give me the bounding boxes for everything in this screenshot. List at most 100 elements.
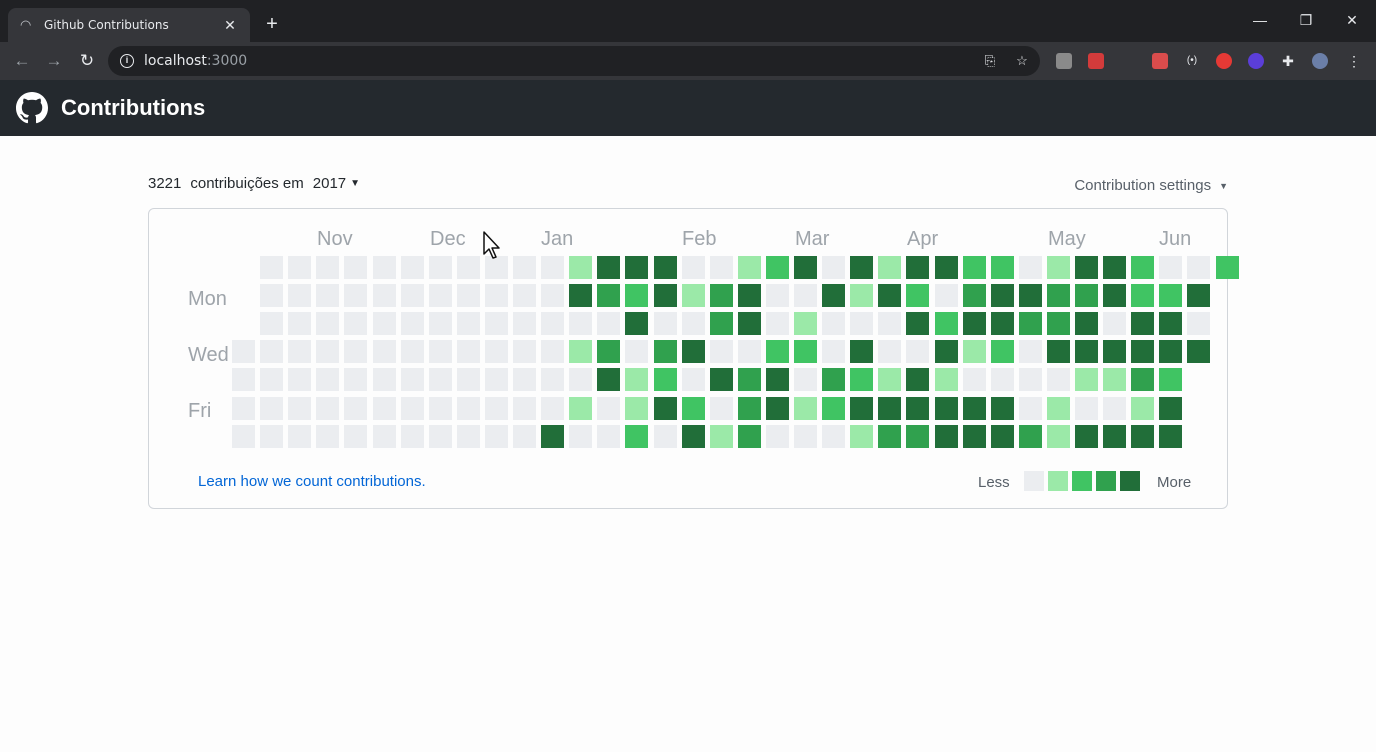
contribution-day-cell[interactable]	[569, 256, 592, 279]
contribution-day-cell[interactable]	[1075, 340, 1098, 363]
contribution-day-cell[interactable]	[597, 425, 620, 448]
contribution-day-cell[interactable]	[541, 425, 564, 448]
contribution-day-cell[interactable]	[906, 425, 929, 448]
contribution-day-cell[interactable]	[373, 284, 396, 307]
contribution-day-cell[interactable]	[991, 425, 1014, 448]
contribution-day-cell[interactable]	[485, 368, 508, 391]
contribution-settings-dropdown[interactable]: Contribution settings ▼	[1074, 177, 1228, 194]
contribution-day-cell[interactable]	[738, 340, 761, 363]
contribution-day-cell[interactable]	[344, 425, 367, 448]
contribution-day-cell[interactable]	[654, 256, 677, 279]
address-bar[interactable]: i localhost:3000 ⎘ ☆	[108, 46, 1040, 76]
contribution-day-cell[interactable]	[1159, 312, 1182, 335]
contribution-day-cell[interactable]	[485, 312, 508, 335]
contribution-day-cell[interactable]	[682, 368, 705, 391]
contribution-day-cell[interactable]	[1159, 425, 1182, 448]
contribution-day-cell[interactable]	[710, 425, 733, 448]
contribution-day-cell[interactable]	[597, 368, 620, 391]
contribution-day-cell[interactable]	[991, 340, 1014, 363]
contribution-day-cell[interactable]	[794, 397, 817, 420]
contribution-day-cell[interactable]	[850, 284, 873, 307]
close-tab-icon[interactable]: ✕	[222, 17, 238, 34]
contribution-day-cell[interactable]	[1103, 284, 1126, 307]
contribution-day-cell[interactable]	[878, 397, 901, 420]
contribution-day-cell[interactable]	[1131, 397, 1154, 420]
contribution-day-cell[interactable]	[401, 284, 424, 307]
contribution-day-cell[interactable]	[935, 425, 958, 448]
contribution-day-cell[interactable]	[682, 425, 705, 448]
contribution-day-cell[interactable]	[260, 425, 283, 448]
contribution-day-cell[interactable]	[1075, 312, 1098, 335]
contribution-day-cell[interactable]	[429, 425, 452, 448]
contribution-day-cell[interactable]	[878, 340, 901, 363]
contribution-day-cell[interactable]	[597, 256, 620, 279]
contribution-day-cell[interactable]	[513, 397, 536, 420]
contribution-day-cell[interactable]	[288, 340, 311, 363]
contribution-day-cell[interactable]	[457, 312, 480, 335]
contribution-day-cell[interactable]	[766, 397, 789, 420]
contribution-day-cell[interactable]	[738, 256, 761, 279]
contribution-day-cell[interactable]	[1159, 284, 1182, 307]
contribution-day-cell[interactable]	[738, 368, 761, 391]
contribution-day-cell[interactable]	[1047, 256, 1070, 279]
contribution-day-cell[interactable]	[822, 368, 845, 391]
contribution-day-cell[interactable]	[625, 397, 648, 420]
contribution-day-cell[interactable]	[1019, 312, 1042, 335]
contribution-day-cell[interactable]	[766, 312, 789, 335]
contribution-day-cell[interactable]	[654, 340, 677, 363]
contribution-day-cell[interactable]	[344, 340, 367, 363]
contribution-day-cell[interactable]	[625, 312, 648, 335]
contribution-day-cell[interactable]	[625, 284, 648, 307]
contribution-day-cell[interactable]	[1159, 368, 1182, 391]
contribution-day-cell[interactable]	[260, 312, 283, 335]
contribution-day-cell[interactable]	[850, 256, 873, 279]
contribution-day-cell[interactable]	[513, 425, 536, 448]
contribution-day-cell[interactable]	[1103, 368, 1126, 391]
contribution-day-cell[interactable]	[963, 340, 986, 363]
contribution-day-cell[interactable]	[457, 425, 480, 448]
contribution-day-cell[interactable]	[963, 425, 986, 448]
contribution-day-cell[interactable]	[316, 284, 339, 307]
contribution-day-cell[interactable]	[906, 284, 929, 307]
contribution-day-cell[interactable]	[1075, 425, 1098, 448]
contribution-day-cell[interactable]	[963, 256, 986, 279]
contribution-day-cell[interactable]	[316, 312, 339, 335]
contribution-day-cell[interactable]	[513, 256, 536, 279]
contribution-day-cell[interactable]	[822, 397, 845, 420]
contribution-day-cell[interactable]	[401, 397, 424, 420]
contribution-day-cell[interactable]	[935, 256, 958, 279]
contribution-day-cell[interactable]	[963, 397, 986, 420]
contribution-day-cell[interactable]	[429, 284, 452, 307]
contribution-day-cell[interactable]	[316, 425, 339, 448]
contribution-day-cell[interactable]	[682, 312, 705, 335]
contribution-day-cell[interactable]	[935, 340, 958, 363]
contribution-day-cell[interactable]	[991, 284, 1014, 307]
contribution-day-cell[interactable]	[1131, 425, 1154, 448]
contribution-day-cell[interactable]	[316, 340, 339, 363]
contribution-day-cell[interactable]	[597, 397, 620, 420]
contribution-day-cell[interactable]	[850, 368, 873, 391]
contribution-day-cell[interactable]	[710, 284, 733, 307]
contribution-day-cell[interactable]	[1159, 256, 1182, 279]
contribution-day-cell[interactable]	[710, 340, 733, 363]
contribution-day-cell[interactable]	[1019, 340, 1042, 363]
contribution-day-cell[interactable]	[401, 340, 424, 363]
contribution-day-cell[interactable]	[541, 256, 564, 279]
contribution-day-cell[interactable]	[1159, 340, 1182, 363]
year-select[interactable]: 2017 ▼	[313, 175, 360, 192]
contribution-day-cell[interactable]	[1103, 397, 1126, 420]
contribution-day-cell[interactable]	[654, 397, 677, 420]
contribution-day-cell[interactable]	[963, 312, 986, 335]
extension-icon[interactable]	[1088, 53, 1104, 69]
contribution-day-cell[interactable]	[1187, 340, 1210, 363]
contribution-day-cell[interactable]	[401, 256, 424, 279]
contribution-day-cell[interactable]	[906, 368, 929, 391]
contribution-day-cell[interactable]	[232, 425, 255, 448]
contribution-day-cell[interactable]	[1019, 368, 1042, 391]
contribution-day-cell[interactable]	[513, 368, 536, 391]
contribution-day-cell[interactable]	[597, 340, 620, 363]
new-tab-button[interactable]: +	[262, 12, 282, 36]
contribution-day-cell[interactable]	[1047, 397, 1070, 420]
contribution-day-cell[interactable]	[738, 425, 761, 448]
contribution-day-cell[interactable]	[991, 256, 1014, 279]
